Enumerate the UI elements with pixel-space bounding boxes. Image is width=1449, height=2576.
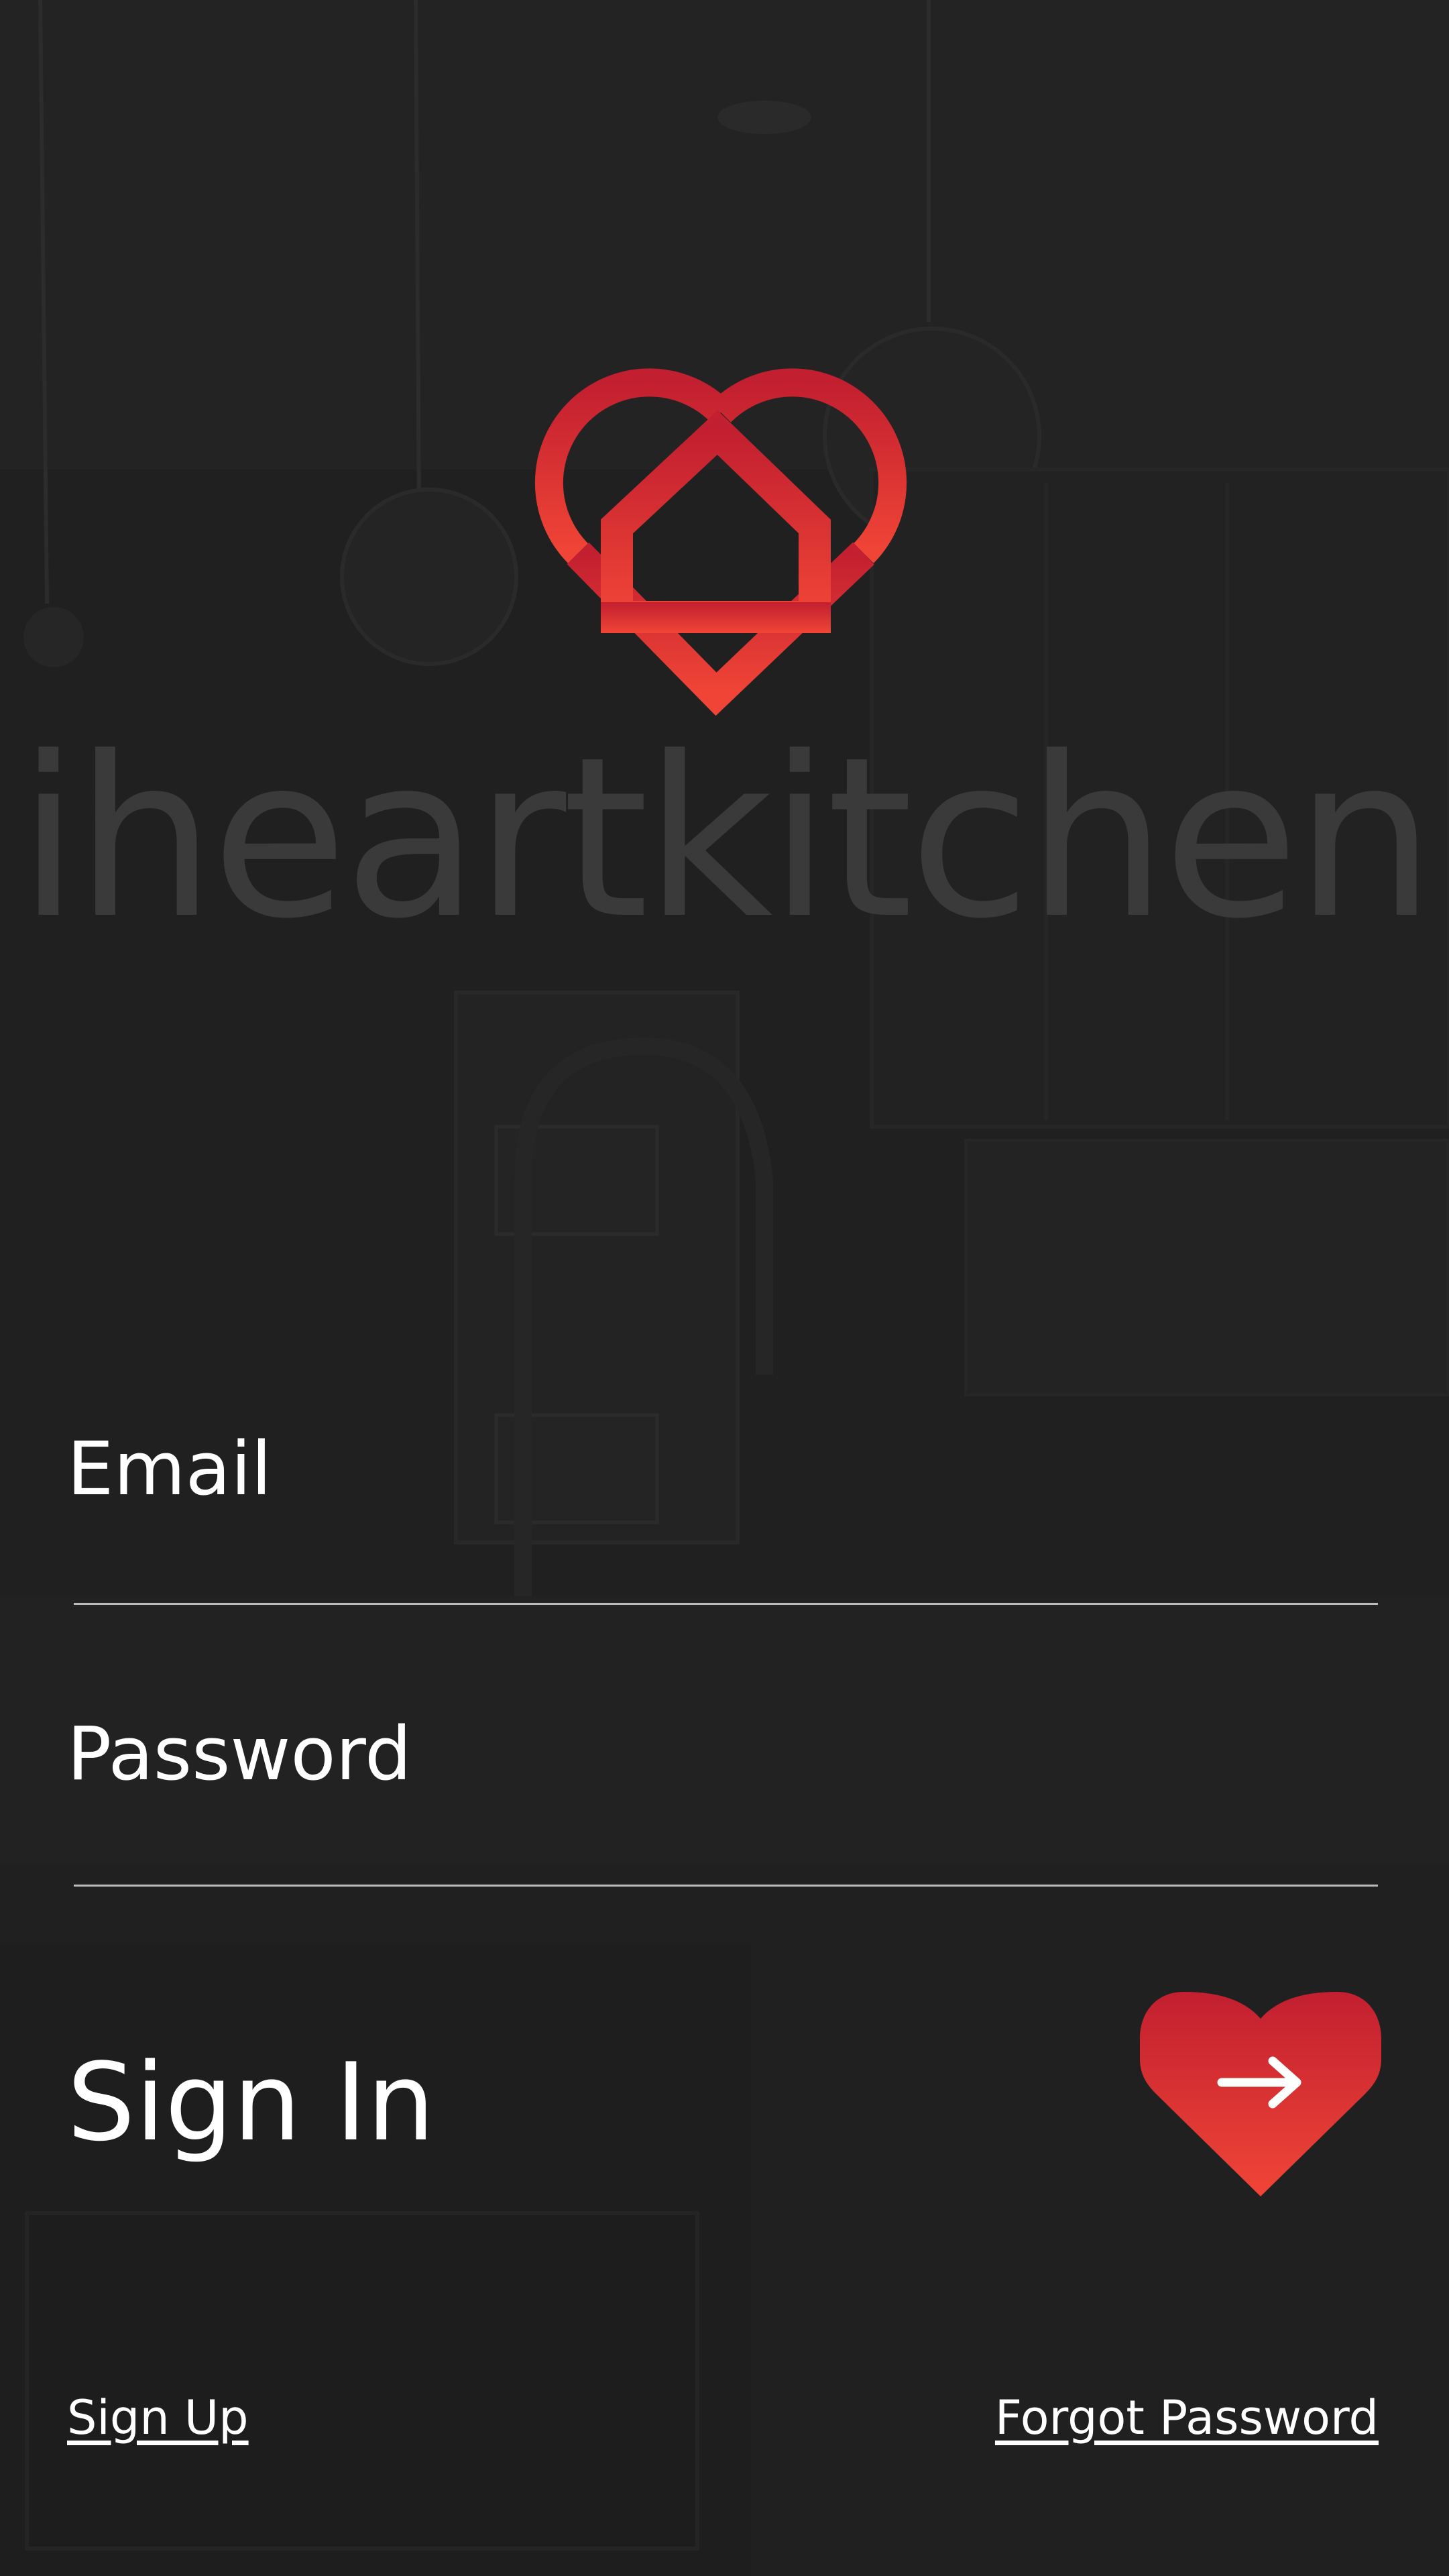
brand-name: iheartkitchen [17,710,1435,967]
sign-up-link[interactable]: Sign Up [67,2388,249,2448]
password-field[interactable] [67,1714,1378,1895]
sign-in-submit-button[interactable] [1140,1992,1381,2213]
login-screen: iheartkitchen Sign In Sign Up Forgot Pas… [0,0,1449,2576]
sign-in-title: Sign In [67,2039,435,2165]
password-underline [74,1885,1378,1887]
password-input[interactable] [67,1714,1378,1794]
forgot-password-link[interactable]: Forgot Password [995,2388,1379,2448]
email-field[interactable] [67,1429,1378,1610]
email-input[interactable] [67,1429,1378,1509]
heart-house-logo-icon [534,368,907,716]
email-underline [74,1603,1378,1605]
